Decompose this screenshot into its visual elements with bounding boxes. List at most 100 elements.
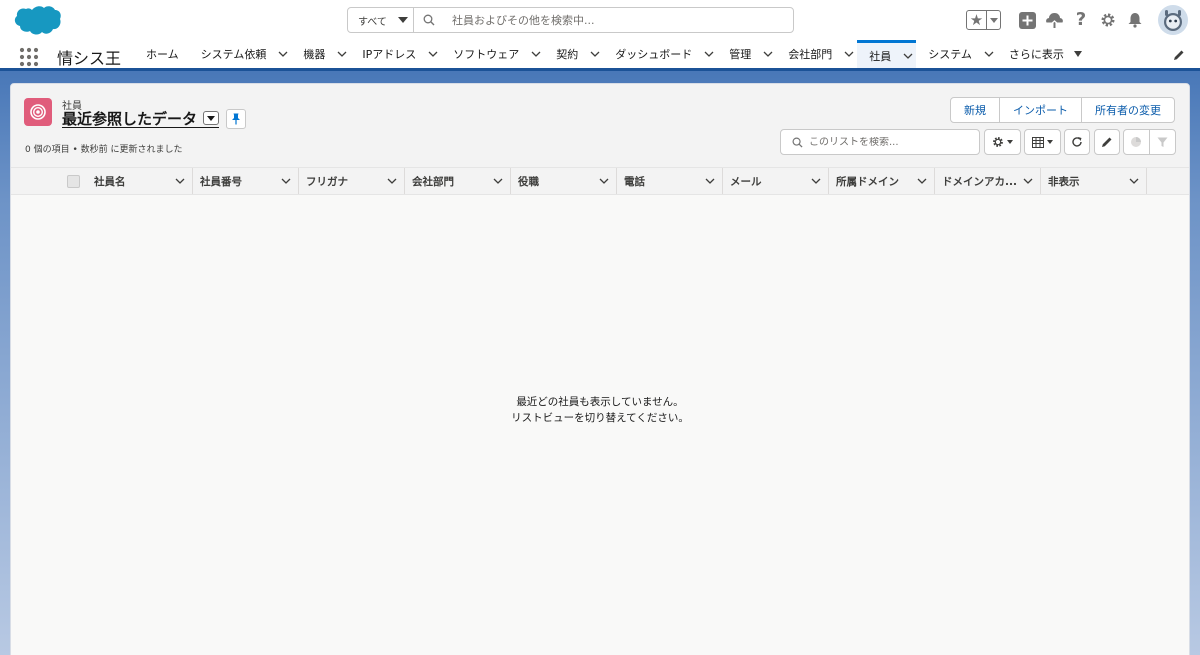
select-all-checkbox[interactable]: [67, 175, 80, 188]
employee-object-icon: [24, 98, 52, 126]
column-header-email[interactable]: メール: [723, 168, 829, 194]
chevron-down-icon[interactable]: [277, 48, 289, 60]
search-scope-dropdown[interactable]: すべて: [348, 8, 414, 32]
column-header-title[interactable]: 役職: [511, 168, 617, 194]
column-label: 社員番号: [200, 175, 242, 188]
chevron-down-icon[interactable]: [916, 175, 928, 187]
search-scope-label: すべて: [358, 16, 387, 28]
list-view-switch-button[interactable]: [203, 111, 220, 125]
chevron-down-icon[interactable]: [530, 48, 542, 60]
nav-more-label: さらに表示: [1008, 48, 1064, 61]
chevron-down-icon[interactable]: [336, 48, 348, 60]
salesforce-logo-icon[interactable]: [12, 4, 62, 38]
pencil-icon: [1102, 137, 1112, 147]
list-view-selector[interactable]: 最近参照したデータ: [62, 109, 220, 128]
caret-down-icon: [397, 17, 408, 23]
nav-more-menu[interactable]: さらに表示: [997, 40, 1082, 68]
nav-tab-company-department[interactable]: 会社部門: [776, 40, 857, 68]
nav-tab-employees[interactable]: 社員: [857, 40, 917, 68]
favorites-menu-button[interactable]: [987, 11, 1000, 29]
chevron-down-icon[interactable]: [1128, 175, 1140, 187]
star-icon[interactable]: ★: [967, 11, 987, 29]
chevron-down-icon[interactable]: [1022, 175, 1034, 187]
app-launcher-icon[interactable]: [19, 47, 39, 67]
caret-down-icon: [1007, 140, 1013, 144]
chart-filter-button-group: [1123, 129, 1176, 155]
filter-button[interactable]: [1150, 130, 1175, 154]
nav-tab-home[interactable]: ホーム: [134, 40, 189, 68]
filter-icon: [1157, 137, 1168, 147]
chevron-down-icon[interactable]: [843, 48, 855, 60]
new-button[interactable]: 新規: [951, 98, 1000, 122]
chevron-down-icon[interactable]: [598, 175, 610, 187]
header-tools: ★ ?: [966, 4, 1188, 36]
table-icon: [1032, 136, 1044, 148]
chevron-down-icon[interactable]: [902, 50, 914, 62]
nav-tab-label: ダッシュボード: [615, 48, 693, 61]
column-label: 非表示: [1048, 175, 1080, 188]
nav-tab-contracts[interactable]: 契約: [544, 40, 603, 68]
list-search-input[interactable]: [809, 136, 969, 148]
column-header-phone[interactable]: 電話: [617, 168, 723, 194]
help-icon[interactable]: ?: [1069, 8, 1093, 32]
nav-tab-dashboards[interactable]: ダッシュボード: [603, 40, 717, 68]
column-header-employee-name[interactable]: 社員名: [87, 168, 193, 194]
nav-tab-system[interactable]: システム: [916, 40, 997, 68]
change-owner-button[interactable]: 所有者の変更: [1082, 98, 1174, 122]
edit-nav-pencil-icon[interactable]: [1173, 49, 1185, 61]
nav-tab-label: 管理: [729, 48, 752, 61]
chevron-down-icon[interactable]: [174, 175, 186, 187]
global-search-input[interactable]: [444, 8, 793, 32]
refresh-button[interactable]: [1064, 129, 1090, 155]
column-header-department[interactable]: 会社部門: [405, 168, 511, 194]
show-charts-button[interactable]: [1124, 130, 1150, 154]
refresh-icon: [1072, 137, 1082, 147]
chevron-down-icon[interactable]: [386, 175, 398, 187]
global-search: すべて: [347, 7, 794, 33]
column-header-domain-account[interactable]: ドメインアカ...: [935, 168, 1041, 194]
inline-edit-button[interactable]: [1094, 129, 1120, 155]
nav-tab-software[interactable]: ソフトウェア: [441, 40, 544, 68]
chevron-down-icon[interactable]: [762, 48, 774, 60]
nav-tab-management[interactable]: 管理: [717, 40, 776, 68]
nav-tab-devices[interactable]: 機器: [291, 40, 350, 68]
empty-list-message: 最近どの社員も表示していません。 リストビューを切り替えてください。: [11, 394, 1189, 426]
list-view-header: 社員 最近参照したデータ 0 個の項目 • 数秒前 に更新されました 新規 イン…: [11, 84, 1189, 167]
column-header-hidden[interactable]: 非表示: [1041, 168, 1147, 194]
column-header-domain[interactable]: 所属ドメイン: [829, 168, 935, 194]
search-icon: [792, 137, 803, 148]
chevron-down-icon[interactable]: [589, 48, 601, 60]
chevron-down-icon[interactable]: [983, 48, 995, 60]
chevron-down-icon[interactable]: [492, 175, 504, 187]
pie-chart-icon: [1131, 137, 1142, 147]
chevron-down-icon[interactable]: [280, 175, 292, 187]
chevron-down-icon[interactable]: [427, 48, 439, 60]
column-header-furigana[interactable]: フリガナ: [299, 168, 405, 194]
import-button[interactable]: インポート: [1000, 98, 1082, 122]
bell-icon[interactable]: [1123, 8, 1147, 32]
column-label: 電話: [624, 175, 645, 188]
nav-tab-system-request[interactable]: システム依頼: [189, 40, 292, 68]
gear-icon[interactable]: [1096, 8, 1120, 32]
pin-list-view-button[interactable]: [226, 109, 246, 129]
nav-tab-ip-address[interactable]: IPアドレス: [350, 40, 441, 68]
global-create-icon[interactable]: [1015, 8, 1039, 32]
nav-tab-label: 機器: [303, 48, 326, 61]
column-header-employee-number[interactable]: 社員番号: [193, 168, 299, 194]
column-label: 役職: [518, 175, 539, 188]
user-avatar[interactable]: [1158, 5, 1188, 35]
global-header: すべて ★ ?: [0, 0, 1200, 40]
caret-down-icon: [207, 115, 216, 121]
gear-icon: [993, 137, 1003, 147]
trailhead-icon[interactable]: [1042, 8, 1066, 32]
chevron-down-icon[interactable]: [703, 48, 715, 60]
column-label: 所属ドメイン: [836, 175, 899, 188]
list-settings-button[interactable]: [984, 129, 1021, 155]
list-view-panel: 社員 最近参照したデータ 0 個の項目 • 数秒前 に更新されました 新規 イン…: [10, 83, 1190, 655]
chevron-down-icon[interactable]: [704, 175, 716, 187]
app-navigation-bar: 情シス王 ホーム システム依頼 機器 IPアドレス ソフトウェア 契約 ダッシュ…: [0, 40, 1200, 71]
chevron-down-icon[interactable]: [810, 175, 822, 187]
table-header-row: 社員名 社員番号 フリガナ 会社部門 役職 電話 メール 所属ドメイン ドメイン…: [11, 167, 1189, 195]
display-as-button[interactable]: [1024, 129, 1061, 155]
nav-tab-label: 社員: [869, 49, 892, 63]
